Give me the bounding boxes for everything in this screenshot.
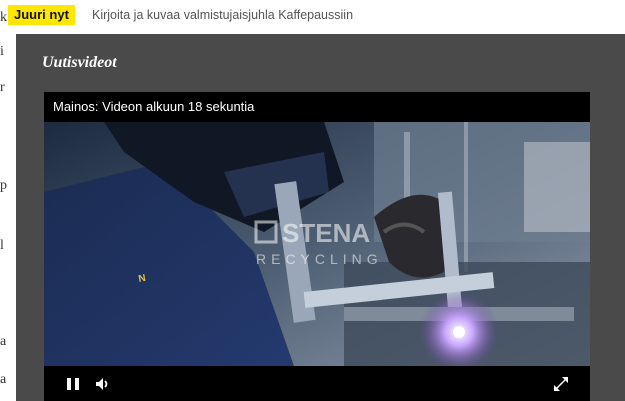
bg-text-fragment: a — [0, 372, 7, 387]
volume-icon[interactable] — [94, 375, 112, 393]
bg-text-fragment: i — [0, 44, 4, 59]
bg-text-fragment: r — [0, 80, 5, 95]
video-frame[interactable]: N STENA RECYCLING — [44, 122, 590, 366]
bg-text-fragment: p — [0, 178, 7, 193]
bg-text-fragment: l — [0, 238, 4, 253]
player-controls — [44, 366, 590, 401]
ad-countdown-bar: Mainos: Videon alkuun 18 sekuntia — [44, 92, 590, 122]
pause-icon[interactable] — [64, 375, 82, 393]
panel-title: Uutisvideot — [42, 54, 117, 71]
ticker-headline[interactable]: Kirjoita ja kuvaa valmistujaisjuhla Kaff… — [92, 5, 353, 25]
breaking-news-ticker[interactable]: Juuri nyt Kirjoita ja kuvaa valmistujais… — [0, 0, 625, 32]
bg-text-fragment: k — [0, 10, 7, 25]
stena-watermark-brand: STENA — [282, 218, 370, 248]
juuri-nyt-badge: Juuri nyt — [8, 5, 75, 25]
bg-text-fragment: a — [0, 334, 7, 349]
ad-countdown-label: Mainos: Videon alkuun 18 sekuntia — [53, 99, 255, 114]
fullscreen-icon[interactable] — [552, 375, 570, 393]
news-video-panel: Uutisvideot Mainos: Videon alkuun 18 sek… — [16, 34, 625, 401]
video-player[interactable]: Mainos: Videon alkuun 18 sekuntia N STEN… — [44, 92, 590, 401]
stena-watermark-sub: RECYCLING — [256, 251, 383, 267]
